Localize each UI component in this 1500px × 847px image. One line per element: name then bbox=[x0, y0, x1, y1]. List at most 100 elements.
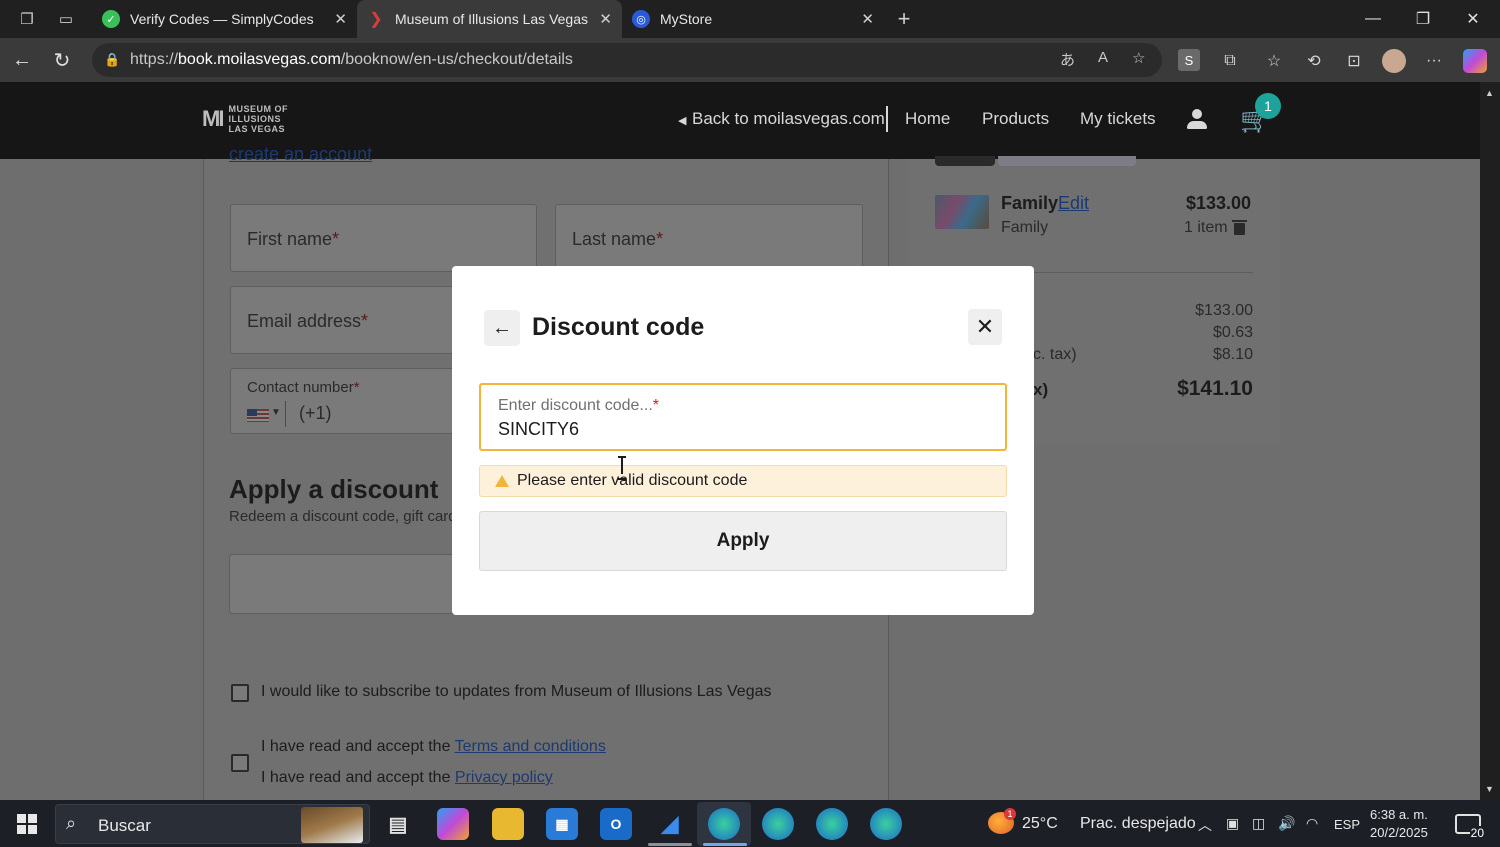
favorite-star-icon[interactable]: ☆ bbox=[1132, 49, 1145, 67]
url-path: /booknow/en-us/checkout/details bbox=[340, 51, 573, 68]
first-name-field[interactable]: First name* bbox=[230, 204, 537, 272]
required-mark: * bbox=[652, 397, 659, 414]
tab-museum[interactable]: ❯ Museum of Illusions Las Vegas onl ✕ bbox=[357, 0, 622, 38]
back-arrow-icon[interactable]: ← bbox=[484, 310, 520, 346]
volume-icon[interactable]: 🔊 bbox=[1278, 815, 1295, 832]
extensions-icon[interactable]: ⧉ bbox=[1218, 49, 1242, 73]
required-mark: * bbox=[332, 229, 340, 249]
apply-button[interactable]: Apply bbox=[479, 511, 1007, 571]
discount-code-input[interactable]: SINCITY6 bbox=[498, 419, 978, 440]
workspaces-icon[interactable]: ❒ bbox=[16, 8, 38, 30]
show-hidden-icons-icon[interactable]: ︿ bbox=[1198, 815, 1212, 835]
nav-products[interactable]: Products bbox=[982, 109, 1049, 129]
terms-checkbox-row[interactable] bbox=[231, 754, 249, 772]
read-aloud-icon[interactable]: A bbox=[1098, 49, 1108, 66]
more-menu-icon[interactable]: ··· bbox=[1422, 49, 1446, 73]
back-to-site-link[interactable]: Back to moilasvegas.com bbox=[692, 109, 885, 129]
warning-icon bbox=[495, 475, 509, 487]
label-text: Email address bbox=[247, 311, 362, 331]
minimize-icon[interactable]: — bbox=[1348, 0, 1398, 38]
tab-simplycodes[interactable]: ✓ Verify Codes — SimplyCodes ✕ bbox=[92, 0, 357, 38]
copilot-icon[interactable] bbox=[1463, 49, 1487, 73]
edge-browser-icon[interactable] bbox=[762, 808, 794, 840]
discount-code-trigger[interactable] bbox=[229, 554, 469, 614]
screenshot-icon[interactable]: ⊡ bbox=[1342, 49, 1366, 73]
nav-home[interactable]: Home bbox=[905, 109, 950, 129]
last-name-field[interactable]: Last name* bbox=[555, 204, 863, 272]
cart-count-badge: 1 bbox=[1255, 93, 1281, 119]
history-icon[interactable]: ⟲ bbox=[1302, 49, 1326, 73]
edge-browser-icon[interactable] bbox=[816, 808, 848, 840]
terms-link[interactable]: Terms and conditions bbox=[455, 738, 606, 755]
privacy-prefix: I have read and accept the bbox=[261, 769, 455, 786]
restore-icon[interactable]: ❐ bbox=[1398, 0, 1448, 38]
subscribe-checkbox[interactable] bbox=[231, 684, 249, 702]
chevron-down-icon[interactable]: ▼ bbox=[271, 407, 281, 418]
system-clock[interactable]: 6:38 a. m. 20/2/2025 bbox=[1370, 806, 1428, 842]
close-tab-icon[interactable]: ✕ bbox=[861, 10, 874, 28]
simplycodes-extension-icon[interactable]: S bbox=[1178, 49, 1200, 71]
terms-checkbox[interactable] bbox=[231, 754, 249, 772]
meet-icon[interactable]: ▣ bbox=[1226, 815, 1239, 832]
address-bar[interactable]: 🔒 https://book.moilasvegas.com/booknow/e… bbox=[92, 43, 1162, 77]
file-explorer-icon[interactable] bbox=[492, 808, 524, 840]
windows-taskbar: ⌕ Buscar ▤ ▦ O ◢ 1 25°C Prac. despejado … bbox=[0, 800, 1500, 847]
scroll-up-icon[interactable]: ▲ bbox=[1485, 88, 1494, 98]
summary-tab[interactable] bbox=[935, 156, 995, 166]
discount-subtext: Redeem a discount code, gift card bbox=[229, 508, 457, 525]
required-mark: * bbox=[656, 229, 664, 249]
windows-start-icon[interactable] bbox=[17, 814, 37, 834]
close-tab-icon[interactable]: ✕ bbox=[599, 10, 612, 28]
outlook-icon[interactable]: O bbox=[600, 808, 632, 840]
refresh-icon[interactable]: ↻ bbox=[48, 47, 76, 73]
mystore-icon: ◎ bbox=[632, 10, 650, 28]
tab-mystore[interactable]: ◎ MyStore ✕ bbox=[622, 0, 884, 38]
account-icon[interactable] bbox=[1185, 106, 1209, 132]
tray-app-icon[interactable]: ◫ bbox=[1252, 815, 1265, 832]
translate-icon[interactable]: あ bbox=[1060, 49, 1075, 70]
nav-my-tickets[interactable]: My tickets bbox=[1080, 109, 1156, 129]
scroll-down-icon[interactable]: ▼ bbox=[1485, 784, 1494, 794]
privacy-link[interactable]: Privacy policy bbox=[455, 769, 553, 786]
clock-date: 20/2/2025 bbox=[1370, 825, 1428, 840]
microsoft-store-icon[interactable]: ▦ bbox=[546, 808, 578, 840]
logo-line: ILLUSIONS bbox=[228, 114, 281, 124]
close-tab-icon[interactable]: ✕ bbox=[334, 10, 347, 28]
copilot-app-icon[interactable] bbox=[437, 808, 469, 840]
create-account-link[interactable]: create an account bbox=[229, 144, 372, 165]
new-tab-icon[interactable]: + bbox=[893, 6, 915, 31]
close-window-icon[interactable]: ✕ bbox=[1448, 0, 1498, 38]
close-icon[interactable]: ✕ bbox=[968, 309, 1002, 345]
language-indicator[interactable]: ESP bbox=[1334, 817, 1360, 832]
cart-item-edit-link[interactable]: Edit bbox=[1058, 193, 1089, 214]
profile-avatar[interactable] bbox=[1382, 49, 1406, 73]
discount-code-field[interactable]: Enter discount code...* SINCITY6 bbox=[479, 383, 1007, 451]
favorites-icon[interactable]: ☆ bbox=[1262, 49, 1286, 73]
contact-number-label: Contact number* bbox=[247, 379, 360, 396]
discount-code-label: Enter discount code...* bbox=[498, 397, 659, 415]
trash-icon[interactable] bbox=[1232, 220, 1247, 235]
summary-tab[interactable] bbox=[998, 156, 1136, 166]
wifi-icon[interactable]: ◠ bbox=[1306, 815, 1318, 832]
us-flag-icon[interactable] bbox=[247, 409, 269, 422]
tax-label: c. tax) bbox=[1033, 346, 1077, 363]
tab-actions-icon[interactable]: ▭ bbox=[55, 8, 77, 30]
app-icon[interactable]: ◢ bbox=[654, 808, 686, 840]
taskbar-search[interactable]: ⌕ Buscar bbox=[55, 804, 370, 844]
weather-text[interactable]: Prac. despejado bbox=[1080, 815, 1196, 833]
temperature[interactable]: 25°C bbox=[1022, 815, 1058, 833]
page-scrollbar[interactable]: ▲ ▼ bbox=[1480, 82, 1500, 800]
browser-tab-strip: ❒ ▭ ✓ Verify Codes — SimplyCodes ✕ ❯ Mus… bbox=[0, 0, 1500, 38]
product-thumbnail bbox=[935, 195, 989, 229]
tab-title: Verify Codes — SimplyCodes bbox=[130, 11, 314, 27]
logo-line: LAS VEGAS bbox=[228, 124, 285, 134]
subtotal-value: $133.00 bbox=[1195, 302, 1253, 319]
tab-title: Museum of Illusions Las Vegas onl bbox=[395, 11, 592, 27]
task-view-icon[interactable]: ▤ bbox=[382, 808, 414, 840]
edge-browser-icon[interactable] bbox=[870, 808, 902, 840]
subscribe-checkbox-row[interactable] bbox=[231, 684, 249, 702]
notifications-icon[interactable]: 20 bbox=[1455, 814, 1485, 840]
site-logo[interactable]: MI MUSEUM OF ILLUSIONS LAS VEGAS bbox=[202, 104, 288, 134]
edge-browser-icon[interactable] bbox=[708, 808, 740, 840]
back-icon[interactable]: ← bbox=[8, 47, 36, 73]
